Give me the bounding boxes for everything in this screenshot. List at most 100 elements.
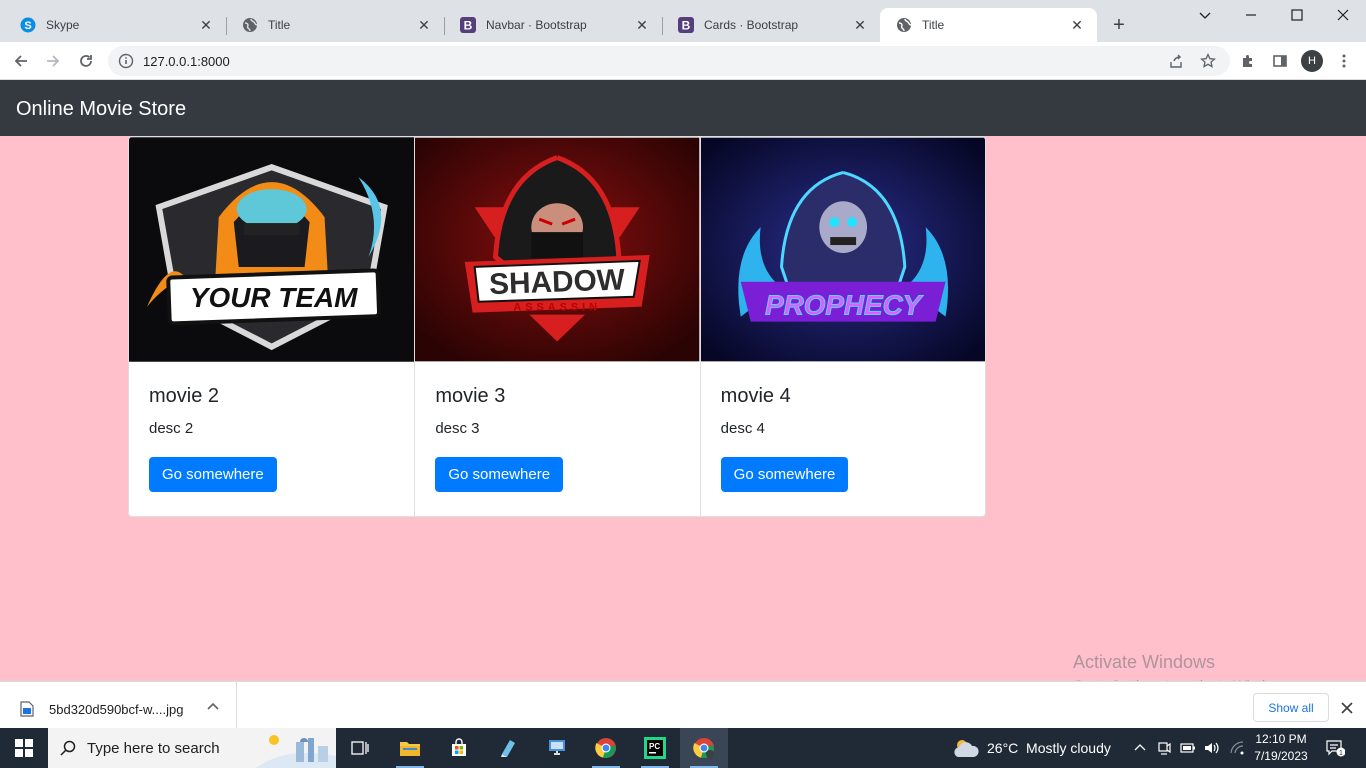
store-icon	[452, 738, 466, 756]
extensions-button[interactable]	[1236, 49, 1260, 73]
notification-icon: 1	[1326, 740, 1345, 757]
card-description: desc 4	[720, 420, 765, 437]
download-bar: 5bd320d590bcf-w....jpg Show all	[0, 681, 1366, 728]
tab-skype[interactable]: S Skype ✕	[4, 8, 226, 42]
svg-text:PC: PC	[649, 742, 660, 751]
reload-button[interactable]	[74, 49, 98, 73]
globe-icon	[896, 17, 912, 33]
tab-navbar-bootstrap[interactable]: B Navbar · Bootstrap ✕	[444, 8, 662, 42]
info-icon[interactable]	[118, 53, 134, 69]
pycharm-icon: PC	[644, 737, 666, 759]
show-hidden-icons-button[interactable]	[1128, 728, 1152, 768]
navbar-brand[interactable]: Online Movie Store	[16, 98, 186, 121]
skype-icon: S	[20, 17, 36, 33]
go-somewhere-button[interactable]: Go somewhere	[435, 457, 564, 492]
profile-avatar[interactable]: H	[1301, 50, 1323, 72]
activate-windows-watermark: Activate Windows	[1073, 652, 1216, 672]
chrome-icon	[595, 738, 616, 758]
share-icon[interactable]	[1168, 53, 1184, 69]
battery-icon	[1180, 743, 1195, 753]
bootstrap-icon: B	[460, 17, 476, 33]
task-view-button[interactable]	[336, 728, 384, 768]
card-title: movie 2	[149, 385, 220, 407]
close-icon	[1337, 9, 1349, 21]
bootstrap-icon: B	[678, 17, 694, 33]
tab-label: Navbar · Bootstrap	[486, 18, 587, 32]
hooded-mascot-logo-icon: YOUR TEAM	[129, 137, 415, 362]
assassin-mascot-logo-icon: SHADOW ASSASSIN	[415, 137, 700, 362]
tab-search-button[interactable]	[1182, 0, 1228, 30]
reaper-mascot-logo-icon: PROPHECY	[700, 137, 985, 362]
forward-button[interactable]	[41, 49, 65, 73]
address-bar[interactable]: 127.0.0.1:8000	[108, 46, 1230, 76]
movie-card: PROPHECY movie 4 desc 4 Go somewhere	[699, 137, 985, 516]
go-somewhere-button[interactable]: Go somewhere	[149, 457, 277, 492]
window-close-button[interactable]	[1320, 0, 1366, 30]
svg-text:B: B	[464, 19, 473, 33]
card-body: movie 4 desc 4 Go somewhere	[701, 362, 985, 512]
maximize-button[interactable]	[1274, 0, 1320, 30]
speaker-icon	[1205, 742, 1219, 754]
tab-label: Skype	[46, 18, 80, 32]
chevron-up-icon[interactable]	[205, 699, 221, 715]
arrow-right-icon	[47, 55, 60, 67]
notepad-icon	[501, 740, 515, 757]
close-icon[interactable]	[1339, 700, 1355, 716]
taskbar-microsoft-store[interactable]	[435, 728, 483, 768]
movie-card: YOUR TEAM movie 2 desc 2 Go somewhere	[129, 137, 415, 516]
taskbar-file-explorer[interactable]	[386, 728, 434, 768]
image-text: YOUR TEAM	[190, 282, 358, 313]
close-icon[interactable]: ✕	[198, 17, 214, 33]
weather-widget[interactable]: 26°C Mostly cloudy	[952, 728, 1111, 768]
start-button[interactable]	[0, 728, 48, 768]
taskbar-remote-desktop[interactable]	[533, 728, 581, 768]
show-all-button[interactable]: Show all	[1253, 693, 1329, 722]
download-filename[interactable]: 5bd320d590bcf-w....jpg	[49, 702, 183, 717]
card-group: YOUR TEAM movie 2 desc 2 Go somewhere SH…	[128, 136, 986, 517]
arrow-left-icon	[14, 55, 27, 67]
taskbar-chrome-profile[interactable]	[680, 728, 728, 768]
taskbar-notepad[interactable]	[484, 728, 532, 768]
url-text[interactable]: 127.0.0.1:8000	[143, 54, 230, 69]
side-panel-button[interactable]	[1268, 49, 1292, 73]
taskbar-clock[interactable]: 12:10 PM 7/19/2023	[1249, 731, 1313, 765]
card-description: desc 2	[149, 420, 194, 437]
back-button[interactable]	[9, 49, 33, 73]
minimize-icon	[1246, 14, 1256, 16]
movie-card: SHADOW ASSASSIN movie 3 desc 3 Go somewh…	[414, 137, 700, 516]
search-placeholder: Type here to search	[87, 740, 220, 757]
tray-volume[interactable]	[1200, 728, 1224, 768]
search-highlight-illustration-icon	[256, 735, 336, 768]
close-icon[interactable]: ✕	[634, 17, 650, 33]
puzzle-icon	[1243, 55, 1252, 67]
menu-button[interactable]	[1332, 49, 1356, 73]
tab-title-active[interactable]: Title ✕	[880, 8, 1097, 42]
cloud-icon	[954, 740, 979, 757]
new-tab-button[interactable]: +	[1108, 14, 1130, 36]
tab-label: Cards · Bootstrap	[704, 18, 799, 32]
taskbar-chrome[interactable]	[582, 728, 630, 768]
browser-toolbar: 127.0.0.1:8000	[0, 42, 1366, 80]
side-panel-icon	[1273, 55, 1287, 67]
chevron-down-icon	[1199, 12, 1211, 19]
star-icon[interactable]	[1200, 53, 1216, 69]
tray-network[interactable]	[1226, 728, 1250, 768]
taskbar-pycharm[interactable]: PC	[631, 728, 679, 768]
image-text: SHADOW	[489, 263, 627, 301]
tray-meet-now[interactable]	[1152, 728, 1176, 768]
minimize-button[interactable]	[1228, 0, 1274, 30]
taskbar-search-box[interactable]: Type here to search	[48, 728, 336, 768]
card-body: movie 2 desc 2 Go somewhere	[129, 362, 414, 512]
reload-icon	[80, 55, 92, 67]
close-icon[interactable]: ✕	[852, 17, 868, 33]
download-item[interactable]: 5bd320d590bcf-w....jpg	[0, 682, 237, 728]
notifications-button[interactable]: 1	[1322, 728, 1348, 768]
close-icon[interactable]: ✕	[416, 17, 432, 33]
card-body: movie 3 desc 3 Go somewhere	[415, 362, 699, 512]
close-icon[interactable]: ✕	[1069, 17, 1085, 33]
tab-cards-bootstrap[interactable]: B Cards · Bootstrap ✕	[662, 8, 880, 42]
tab-title[interactable]: Title ✕	[226, 8, 444, 42]
tray-battery[interactable]	[1176, 728, 1200, 768]
maximize-icon	[1291, 9, 1303, 21]
go-somewhere-button[interactable]: Go somewhere	[720, 457, 849, 492]
